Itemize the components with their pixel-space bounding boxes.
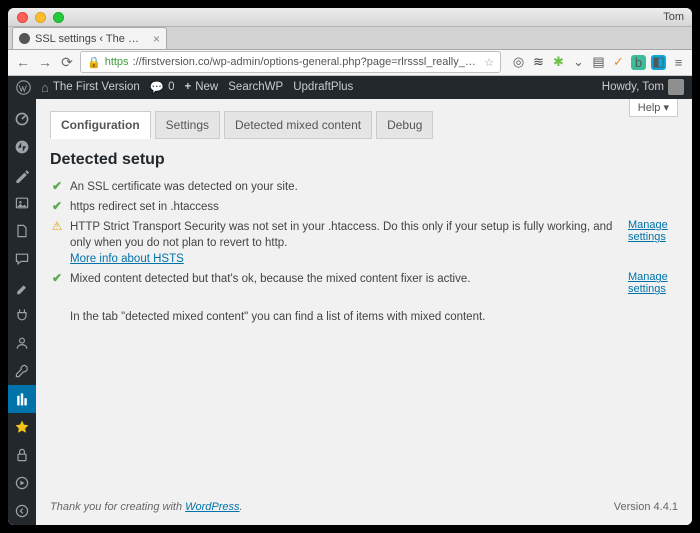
close-tab-icon[interactable]: × [153, 32, 160, 46]
check-ok-icon: ✔ [50, 199, 64, 213]
main-content: Help ▾ Configuration Settings Detected m… [36, 99, 692, 525]
admin-bar-comments[interactable]: 💬 0 [150, 80, 175, 94]
footer-thanks-pre: Thank you for creating with [50, 501, 185, 513]
sidebar-item-other[interactable] [8, 469, 36, 497]
address-bar[interactable]: 🔒 https ://firstversion.co/wp-admin/optio… [80, 51, 501, 73]
browser-tab[interactable]: SSL settings ‹ The First Ve… × [12, 27, 167, 49]
browser-toolbar: ← → ⟳ 🔒 https ://firstversion.co/wp-admin… [8, 50, 692, 76]
sidebar-item-plugins[interactable] [8, 301, 36, 329]
sidebar-item-featured[interactable] [8, 413, 36, 441]
back-button[interactable]: ← [14, 53, 32, 71]
wp-admin-bar: ⌂ The First Version 💬 0 + New SearchWP U… [8, 76, 692, 99]
bookmark-star-icon[interactable]: ☆ [484, 56, 494, 69]
admin-bar-site[interactable]: ⌂ The First Version [41, 80, 140, 95]
extension-stack-icon[interactable]: ≋ [531, 55, 546, 70]
check-row: ✔ An SSL certificate was detected on you… [50, 177, 678, 197]
browser-menu-icon[interactable]: ≡ [671, 55, 686, 70]
extension-icons: ◎ ≋ ✱ ⌄ ▤ ✓ b ◧ ≡ [505, 55, 686, 70]
settings-tabs: Configuration Settings Detected mixed co… [50, 111, 678, 139]
sidebar-item-jetpack[interactable] [8, 133, 36, 161]
url-rest: ://firstversion.co/wp-admin/options-gene… [133, 56, 481, 68]
manage-settings-link[interactable]: Manage settings [628, 271, 678, 295]
sidebar-item-comments[interactable] [8, 245, 36, 273]
wp-footer: Thank you for creating with WordPress. V… [50, 495, 678, 521]
sidebar-item-users[interactable] [8, 329, 36, 357]
extension-check-icon[interactable]: ✓ [611, 55, 626, 70]
footer-wordpress-link[interactable]: WordPress [185, 501, 239, 513]
sidebar-item-dashboard[interactable] [8, 105, 36, 133]
new-label: New [195, 81, 218, 93]
site-name: The First Version [53, 81, 140, 93]
tab-title: SSL settings ‹ The First Ve… [35, 33, 144, 45]
sidebar-item-security[interactable] [8, 441, 36, 469]
wp-body: Help ▾ Configuration Settings Detected m… [8, 99, 692, 525]
extension-buffer-icon[interactable]: ▤ [591, 55, 606, 70]
check-text: Mixed content detected but that's ok, be… [70, 271, 622, 287]
forward-button[interactable]: → [36, 53, 54, 71]
browser-tabstrip: SSL settings ‹ The First Ve… × [8, 27, 692, 50]
comment-icon: 💬 [150, 80, 164, 94]
tab-mixed-content[interactable]: Detected mixed content [224, 111, 372, 139]
warning-icon: ⚠ [50, 219, 64, 233]
sidebar-item-posts[interactable] [8, 161, 36, 189]
admin-sidebar [8, 99, 36, 525]
extension-evernote-icon[interactable]: ✱ [551, 55, 566, 70]
admin-bar-new[interactable]: + New [185, 81, 219, 93]
sidebar-item-settings[interactable] [8, 385, 36, 413]
check-text: https redirect set in .htaccess [70, 199, 678, 215]
browser-window: Tom SSL settings ‹ The First Ve… × ← → ⟳… [8, 8, 692, 525]
sidebar-item-media[interactable] [8, 189, 36, 217]
sidebar-item-tools[interactable] [8, 357, 36, 385]
footer-thanks: Thank you for creating with WordPress. [50, 501, 243, 513]
check-text: HTTP Strict Transport Security was not s… [70, 219, 622, 267]
close-window-icon[interactable] [17, 12, 28, 23]
extension-badge-green[interactable]: b [631, 55, 646, 70]
traffic-lights [17, 12, 64, 23]
manage-settings-link[interactable]: Manage settings [628, 219, 678, 243]
check-row: ✔ https redirect set in .htaccess [50, 197, 678, 217]
mac-titlebar: Tom [8, 8, 692, 27]
check-ok-icon: ✔ [50, 271, 64, 285]
hsts-more-link[interactable]: More info about HSTS [70, 253, 184, 265]
detected-setup-list: ✔ An SSL certificate was detected on you… [50, 177, 678, 297]
maximize-window-icon[interactable] [53, 12, 64, 23]
sidebar-item-appearance[interactable] [8, 273, 36, 301]
admin-bar-howdy[interactable]: Howdy, Tom [602, 79, 684, 95]
sidebar-item-pages[interactable] [8, 217, 36, 245]
help-button[interactable]: Help ▾ [629, 99, 678, 117]
check-row: ⚠ HTTP Strict Transport Security was not… [50, 217, 678, 269]
mixed-content-note: In the tab "detected mixed content" you … [70, 311, 678, 323]
extension-circle-icon[interactable]: ◎ [511, 55, 526, 70]
avatar [668, 79, 684, 95]
url-scheme: https [105, 56, 129, 68]
extension-pocket-icon[interactable]: ⌄ [571, 55, 586, 70]
howdy-text: Howdy, Tom [602, 81, 664, 93]
plus-icon: + [185, 81, 192, 93]
check-text-body: HTTP Strict Transport Security was not s… [70, 221, 612, 249]
tab-debug[interactable]: Debug [376, 111, 433, 139]
mac-user-label: Tom [663, 11, 684, 23]
sidebar-collapse-icon[interactable] [8, 497, 36, 525]
tab-configuration[interactable]: Configuration [50, 111, 151, 139]
admin-bar-updraft[interactable]: UpdraftPlus [293, 81, 353, 93]
home-icon: ⌂ [41, 80, 49, 95]
section-heading: Detected setup [50, 151, 678, 169]
minimize-window-icon[interactable] [35, 12, 46, 23]
check-ok-icon: ✔ [50, 179, 64, 193]
tab-settings[interactable]: Settings [155, 111, 220, 139]
footer-thanks-post: . [240, 501, 243, 513]
wp-logo-icon[interactable] [16, 80, 31, 95]
extension-badge-blue[interactable]: ◧ [651, 55, 666, 70]
reload-button[interactable]: ⟳ [58, 53, 76, 71]
footer-version: Version 4.4.1 [614, 501, 678, 513]
comment-count: 0 [168, 81, 174, 93]
check-row: ✔ Mixed content detected but that's ok, … [50, 269, 678, 297]
admin-bar-searchwp[interactable]: SearchWP [228, 81, 283, 93]
lock-icon: 🔒 [87, 56, 101, 69]
check-text: An SSL certificate was detected on your … [70, 179, 678, 195]
tab-favicon-icon [19, 33, 30, 44]
